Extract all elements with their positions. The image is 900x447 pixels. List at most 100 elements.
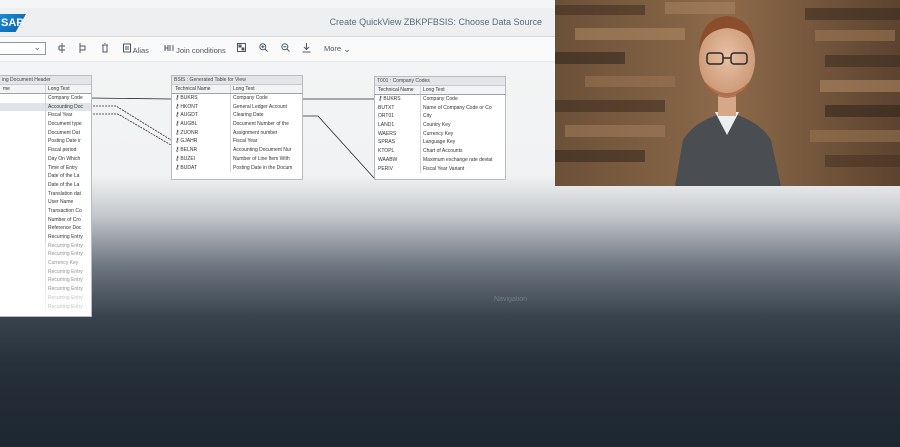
technical-name-cell: WAABW xyxy=(375,156,420,165)
table-row[interactable]: Recurring Entry xyxy=(0,233,91,242)
long-text-cell: Assignment number xyxy=(230,128,302,138)
technical-name: BUKRS xyxy=(383,96,401,102)
technical-name-cell xyxy=(0,164,45,173)
key-icon: ⚷ xyxy=(175,121,180,128)
table-row[interactable]: LAND1 Country Key xyxy=(375,121,505,130)
table-row[interactable]: Recurring Entry xyxy=(0,276,91,286)
technical-name: WAERS xyxy=(378,130,397,137)
key-icon: ⚷ xyxy=(175,129,180,136)
table-row[interactable]: ⚷AUGBL Document Number of the xyxy=(172,120,302,129)
table-row[interactable]: Number of Cro xyxy=(0,215,91,225)
technical-name-cell xyxy=(0,129,45,138)
table-header: Technical Name Long Text xyxy=(375,86,505,95)
table-row[interactable]: Fiscal period xyxy=(0,146,91,155)
table-row[interactable]: Reference Doc xyxy=(0,224,91,233)
table-row[interactable]: Recurring Entry xyxy=(0,267,91,277)
table-row[interactable]: Currency Key xyxy=(0,259,91,268)
long-text-cell: City xyxy=(420,112,505,122)
table-row[interactable]: Document type xyxy=(0,120,91,129)
technical-name-cell: ⚷HKONT xyxy=(172,103,230,112)
technical-name-cell xyxy=(0,276,45,285)
table-row[interactable]: Document Dat xyxy=(0,128,91,138)
long-text-cell: Accounting Doc xyxy=(45,102,91,112)
table-rows: ⚷BUKRS Company Code BUTXT Name of Company C… xyxy=(375,95,505,174)
technical-name-cell: SPRAS xyxy=(375,138,420,147)
table-row[interactable]: ⚷BUZEI Number of Line Item With xyxy=(172,154,302,164)
table-row[interactable]: ⚷GJAHR Fiscal Year xyxy=(172,137,302,147)
long-text-cell: Chart of Accounts xyxy=(420,147,505,156)
technical-name-cell: KTOPL xyxy=(375,147,420,156)
long-text-cell: Recurring Entry xyxy=(45,302,91,312)
table-row[interactable]: Transaction Co xyxy=(0,206,91,216)
table-bsis[interactable]: BSIS : Generated Table for View Technica… xyxy=(171,75,303,180)
technical-name-cell: ⚷BUKRS xyxy=(172,94,230,103)
table-row[interactable]: PERIV Fiscal Year Variant xyxy=(375,164,505,174)
long-text-cell: Date of the La xyxy=(45,180,91,190)
table-row[interactable]: Recurring Entry xyxy=(0,302,91,312)
table-caption: T001 : Company Codes xyxy=(375,77,505,86)
table-row[interactable]: Fiscal Year xyxy=(0,111,91,121)
key-icon: ⚷ xyxy=(175,103,180,110)
technical-name-cell xyxy=(0,216,45,225)
table-row[interactable]: ⚷BELNR Accounting Document Nur xyxy=(172,146,302,155)
long-text-cell: Fiscal Year Variant xyxy=(420,164,505,174)
table-row[interactable]: ⚷BUKRS Company Code xyxy=(375,95,505,104)
long-text-cell: Number of Line Item With xyxy=(230,154,302,164)
table-row[interactable]: ⚷AUGDT Clearing Date xyxy=(172,111,302,121)
long-text-cell: Maximum exchange rate deviat xyxy=(420,155,505,165)
long-text-cell: Document type xyxy=(45,120,91,129)
technical-name-cell xyxy=(0,268,45,277)
long-text-cell: Company Code xyxy=(45,94,91,103)
navigation-button[interactable]: Navigation xyxy=(494,296,527,303)
table-row[interactable]: Recurring Entry xyxy=(0,241,91,251)
technical-name-cell xyxy=(0,155,45,164)
column-header: Technical Name xyxy=(175,86,211,92)
table-row[interactable]: ⚷HKONT General Ledger Account xyxy=(172,102,302,112)
key-icon: ⚷ xyxy=(378,96,383,102)
table-row[interactable]: ⚷ZUONR Assignment number xyxy=(172,128,302,138)
webcam-video xyxy=(555,0,900,186)
long-text-cell: Reference Doc xyxy=(45,224,91,233)
table-row[interactable]: ⚷BUKRS Company Code xyxy=(172,94,302,103)
table-row[interactable]: Translation dat xyxy=(0,189,91,199)
table-row[interactable]: Recurring Entry xyxy=(0,293,91,303)
long-text-cell: Document Number of the xyxy=(230,120,302,129)
join-line-accounting-doc xyxy=(90,105,172,141)
technical-name: ORT01 xyxy=(378,113,395,120)
table-row[interactable]: WAERS Currency Key xyxy=(375,129,505,139)
table-row[interactable]: Date of the La xyxy=(0,180,91,190)
table-row[interactable]: Date of the La xyxy=(0,172,91,181)
long-text-cell: Country Key xyxy=(420,121,505,130)
technical-name: AUGBL xyxy=(180,121,198,128)
table-row[interactable]: User Name xyxy=(0,198,91,207)
table-row[interactable]: Day On Which xyxy=(0,154,91,164)
table-row[interactable]: Company Code xyxy=(0,94,91,103)
technical-name-cell: ⚷BUZEI xyxy=(172,155,230,164)
long-text-cell: General Ledger Account xyxy=(230,102,302,112)
presenter-image xyxy=(555,0,900,186)
technical-name-cell: WAERS xyxy=(375,130,420,139)
table-row[interactable]: ⚷BUDAT Posting Date in the Docum xyxy=(172,163,302,173)
technical-name: AUGDT xyxy=(180,112,198,119)
table-row[interactable]: ORT01 City xyxy=(375,112,505,122)
long-text-cell: Translation dat xyxy=(45,189,91,199)
long-text-cell: Day On Which xyxy=(45,154,91,164)
table-row[interactable]: Recurring Entry xyxy=(0,250,91,260)
table-row[interactable]: Recurring Entry xyxy=(0,285,91,294)
table-row[interactable]: BUTXT Name of Company Code or Co xyxy=(375,103,505,113)
technical-name-cell xyxy=(0,259,45,268)
table-t001[interactable]: T001 : Company Codes Technical Name Long… xyxy=(374,76,506,180)
technical-name: PERIV xyxy=(378,165,394,172)
table-row[interactable]: SPRAS Language Key xyxy=(375,138,505,148)
column-header: Long Text xyxy=(420,86,505,94)
table-row[interactable]: Time of Entry xyxy=(0,163,91,173)
long-text-cell: Fiscal period xyxy=(45,146,91,155)
table-row[interactable]: WAABW Maximum exchange rate deviat xyxy=(375,155,505,165)
table-row[interactable]: Posting Date ir xyxy=(0,137,91,147)
table-accounting-document-header[interactable]: ing Document Header me Long Text Company… xyxy=(0,75,92,317)
long-text-cell: Time of Entry xyxy=(45,163,91,173)
technical-name-cell xyxy=(0,172,45,181)
table-row[interactable]: KTOPL Chart of Accounts xyxy=(375,147,505,156)
column-header: Long Text xyxy=(230,85,302,93)
table-row[interactable]: Accounting Doc xyxy=(0,102,91,112)
